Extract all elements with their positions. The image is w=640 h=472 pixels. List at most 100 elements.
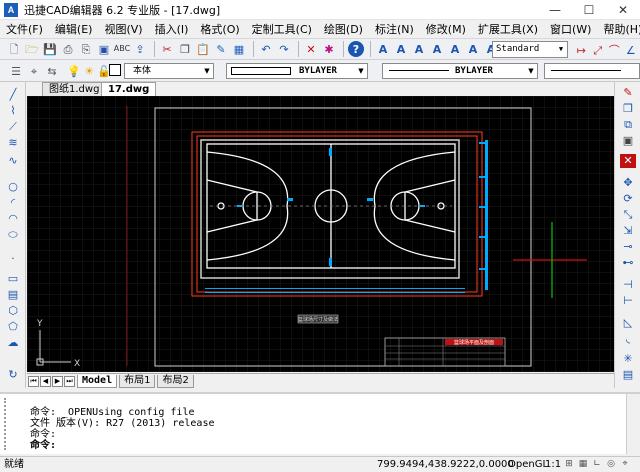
layer-state-icon[interactable]: ⌖ [26, 63, 42, 79]
prev-tab-icon[interactable]: ◀ [40, 375, 51, 387]
next-tab-icon[interactable]: ▶ [52, 375, 63, 387]
polar-icon[interactable]: ◎ [604, 458, 618, 471]
drawing-canvas[interactable]: 篮球场尺寸及做法 篮球场平面及剖面 Y X [27, 96, 614, 372]
close-button[interactable]: ✕ [606, 0, 640, 20]
menu-extended-tools[interactable]: 扩展工具(X) [472, 21, 544, 37]
open-file-icon[interactable]: 🗁 [24, 41, 40, 57]
copy-icon[interactable]: ❐ [177, 41, 193, 57]
layer-manager-icon[interactable]: ☰ [8, 63, 24, 79]
match-properties-icon[interactable]: ✎ [213, 41, 229, 57]
annotation-scale[interactable]: 1:1 [545, 457, 561, 472]
revcloud-icon[interactable]: ☁ [5, 336, 21, 350]
menu-help[interactable]: 帮助(H) [597, 21, 640, 37]
region-icon[interactable]: ⬡ [5, 304, 21, 318]
bulb-icon[interactable]: 💡 [66, 63, 82, 79]
sun-icon[interactable]: ☀ [81, 63, 97, 79]
text-align-icon[interactable]: A [465, 41, 481, 57]
export-icon[interactable]: ⇪ [132, 41, 148, 57]
maximize-button[interactable]: ☐ [572, 0, 606, 20]
print-preview-icon[interactable]: ⎘ [78, 41, 94, 57]
tab-drawing1[interactable]: 图纸1.dwg [42, 82, 107, 96]
delete-side-icon[interactable]: ✕ [620, 154, 636, 168]
block-icon[interactable]: ▦ [231, 41, 247, 57]
linetype-select[interactable]: BYLAYER ▼ [382, 63, 538, 79]
color-select[interactable]: BYLAYER ▼ [226, 63, 368, 79]
erase-icon[interactable]: ✕ [303, 41, 319, 57]
spellcheck-icon[interactable]: ABC [114, 41, 130, 57]
menu-draw[interactable]: 绘图(D) [318, 21, 369, 37]
ortho-icon[interactable]: ∟ [590, 458, 604, 471]
linear-dimension-icon[interactable]: ↦ [574, 42, 589, 58]
mirror-icon[interactable]: ⧉ [620, 118, 636, 132]
menu-dimension[interactable]: 标注(N) [369, 21, 420, 37]
move-icon[interactable]: ✥ [620, 176, 636, 190]
menu-format[interactable]: 格式(O) [194, 21, 245, 37]
snap-icon[interactable]: ⊞ [562, 458, 576, 471]
last-tab-icon[interactable]: ⏭ [64, 375, 75, 387]
rectangle-icon[interactable]: ▭ [5, 272, 21, 286]
command-prompt[interactable]: 命令: [30, 440, 56, 451]
lineweight-select[interactable] [544, 63, 640, 79]
copy-side-icon[interactable]: ❐ [620, 102, 636, 116]
layer-select[interactable]: 本体 ▼ [124, 63, 214, 79]
text-scale-icon[interactable]: A [411, 41, 427, 57]
print-icon[interactable]: ⎙ [60, 41, 76, 57]
stretch-icon[interactable]: ⇲ [620, 224, 636, 238]
join-icon[interactable]: ⊢ [620, 294, 636, 308]
command-scrollbar[interactable] [626, 394, 640, 454]
radius-dimension-icon[interactable]: ⌒ [607, 42, 622, 58]
point-icon[interactable]: · [5, 252, 21, 266]
new-file-icon[interactable]: 🗋 [6, 41, 22, 57]
arc-3point-icon[interactable]: ◠ [5, 212, 21, 226]
erase-side-icon[interactable]: ✎ [620, 86, 636, 100]
cut-icon[interactable]: ✂ [159, 41, 175, 57]
text-edit-icon[interactable]: A [393, 41, 409, 57]
layer-color-icon[interactable] [109, 64, 121, 76]
delete-icon[interactable]: ✱ [321, 41, 337, 57]
polygon-icon[interactable]: ⬠ [5, 320, 21, 334]
line-icon[interactable]: ╱ [5, 88, 21, 102]
tab-layout2[interactable]: 布局2 [157, 374, 194, 388]
renderer-label[interactable]: OpenGL [508, 457, 548, 472]
redo-icon[interactable]: ↷ [276, 41, 292, 57]
aligned-dimension-icon[interactable]: ⤢ [591, 42, 606, 58]
tab-model[interactable]: Model [77, 374, 118, 388]
scale-icon[interactable]: ⤡ [620, 208, 636, 222]
plot-icon[interactable]: ▣ [96, 41, 112, 57]
polyline-icon[interactable]: ⌇ [5, 104, 21, 118]
fillet-icon[interactable]: ◟ [620, 332, 636, 346]
trim-icon[interactable]: ⊸ [620, 240, 636, 254]
break-icon[interactable]: ⊣ [620, 278, 636, 292]
rotate-icon[interactable]: ⟳ [620, 192, 636, 206]
spline-icon[interactable]: ∿ [5, 154, 21, 168]
text-style-icon[interactable]: A [375, 41, 391, 57]
command-grip[interactable] [4, 398, 10, 450]
arc-icon[interactable]: ◜ [5, 196, 21, 210]
xline-icon[interactable]: ⟋ [5, 120, 21, 134]
menu-window[interactable]: 窗口(W) [544, 21, 597, 37]
text-check-icon[interactable]: A [447, 41, 463, 57]
minimize-button[interactable]: — [538, 0, 572, 20]
explode-icon[interactable]: ✳ [620, 352, 636, 366]
undo-icon[interactable]: ↶ [258, 41, 274, 57]
properties-icon[interactable]: ▤ [620, 368, 636, 382]
tab-17-dwg[interactable]: 17.dwg [101, 82, 157, 96]
offset-icon[interactable]: ▣ [620, 134, 636, 148]
multiline-icon[interactable]: ≋ [5, 136, 21, 150]
ellipse-icon[interactable]: ⬭ [5, 228, 21, 242]
refresh-icon[interactable]: ↻ [5, 368, 21, 382]
tab-layout1[interactable]: 布局1 [119, 374, 156, 388]
hatch-icon[interactable]: ▤ [5, 288, 21, 302]
chamfer-icon[interactable]: ◺ [620, 316, 636, 330]
help-icon[interactable]: ? [348, 41, 364, 57]
command-window[interactable]: 命令: _OPENUsing config file 文件 版本(V): R27… [0, 392, 640, 454]
save-icon[interactable]: 💾 [42, 41, 58, 57]
circle-icon[interactable]: ○ [5, 180, 21, 194]
menu-file[interactable]: 文件(F) [0, 21, 49, 37]
grid-icon[interactable]: ▦ [576, 458, 590, 471]
text-style-select[interactable]: Standard ▼ [492, 41, 568, 58]
angle-dimension-icon[interactable]: ∠ [624, 42, 639, 58]
menu-custom-tools[interactable]: 定制工具(C) [246, 21, 318, 37]
osnap-icon[interactable]: ⌖ [618, 458, 632, 471]
menu-insert[interactable]: 插入(I) [149, 21, 195, 37]
